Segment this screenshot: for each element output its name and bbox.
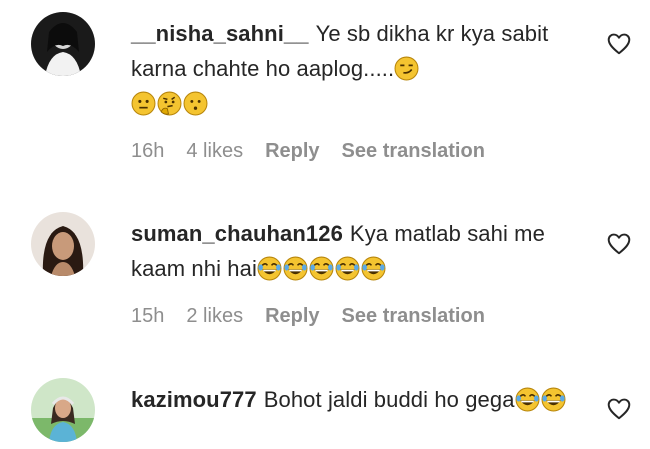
- reply-button[interactable]: Reply: [265, 140, 319, 162]
- emoji-line: [131, 86, 571, 121]
- laughing-tears-emoji: [283, 256, 308, 281]
- comment-meta: 15h 2 likes Reply See translation: [131, 305, 507, 328]
- heart-icon[interactable]: [606, 231, 632, 257]
- comment-time: 16h: [131, 140, 165, 162]
- comment-time: 15h: [131, 305, 165, 327]
- reply-button[interactable]: Reply: [265, 305, 319, 327]
- comment-username[interactable]: suman_chauhan126: [131, 221, 343, 246]
- avatar[interactable]: [31, 12, 95, 76]
- comment-likes[interactable]: 4 likes: [186, 140, 243, 162]
- comment-body: __nisha_sahni__ Ye sb dikha kr kya sabit …: [131, 16, 571, 121]
- surprised-face-emoji: [183, 91, 208, 116]
- comment-username[interactable]: __nisha_sahni__: [131, 21, 309, 46]
- comment-text: Bohot jaldi buddi ho gega: [263, 387, 515, 412]
- smirk-face-emoji: [394, 56, 419, 81]
- comment-likes[interactable]: 2 likes: [186, 305, 243, 327]
- see-translation-button[interactable]: See translation: [342, 140, 485, 162]
- comment-body: suman_chauhan126 Kya matlab sahi me kaam …: [131, 216, 571, 286]
- heart-icon[interactable]: [606, 31, 632, 57]
- laughing-tears-emoji: [515, 387, 540, 412]
- laughing-tears-emoji: [335, 256, 360, 281]
- neutral-face-emoji: [131, 91, 156, 116]
- avatar[interactable]: [31, 378, 95, 442]
- see-translation-button[interactable]: See translation: [342, 305, 485, 327]
- comment-meta: 16h 4 likes Reply See translation: [131, 140, 507, 163]
- laughing-tears-emoji: [361, 256, 386, 281]
- heart-icon[interactable]: [606, 396, 632, 422]
- thinking-face-emoji: [157, 91, 182, 116]
- comment-username[interactable]: kazimou777: [131, 387, 257, 412]
- avatar[interactable]: [31, 212, 95, 276]
- comment-body: kazimou777 Bohot jaldi buddi ho gega: [131, 382, 571, 417]
- laughing-tears-emoji: [541, 387, 566, 412]
- laughing-tears-emoji: [309, 256, 334, 281]
- laughing-tears-emoji: [257, 256, 282, 281]
